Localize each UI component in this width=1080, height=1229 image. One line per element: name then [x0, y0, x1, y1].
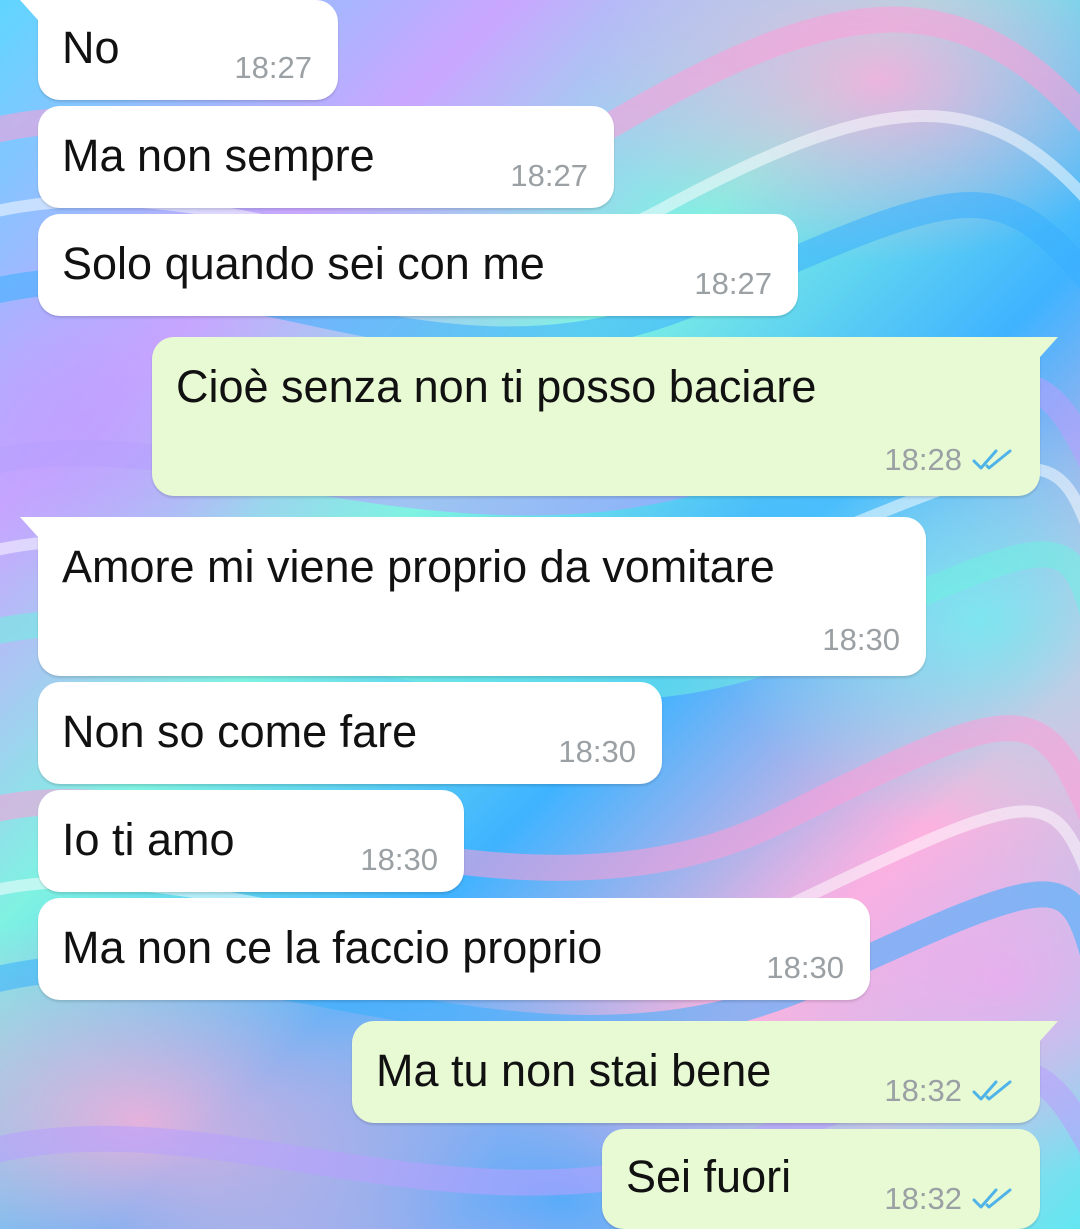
- message-time: 18:32: [884, 1073, 962, 1108]
- message-meta: 18:27: [694, 266, 772, 302]
- bubble-tail: [1040, 337, 1058, 357]
- message-time: 18:30: [360, 842, 438, 877]
- message-meta: 18:28: [884, 442, 1014, 478]
- bubble-tail: [20, 517, 38, 537]
- message-meta: 18:30: [558, 734, 636, 770]
- message-time: 18:27: [234, 50, 312, 85]
- message-meta: 18:30: [822, 622, 900, 658]
- message-bubble-received[interactable]: Io ti amo 18:30: [38, 790, 464, 892]
- message-text: Ma non ce la faccio proprio: [62, 922, 603, 973]
- message-bubble-received[interactable]: No 18:27: [20, 0, 338, 100]
- message-text: Amore mi viene proprio da vomitare: [62, 541, 775, 592]
- message-bubble-sent[interactable]: Ma tu non stai bene 18:32: [352, 1021, 1058, 1123]
- bubble-tail: [20, 0, 38, 20]
- message-text: No: [62, 22, 120, 73]
- message-meta: 18:30: [766, 950, 844, 986]
- message-meta: 18:27: [510, 158, 588, 194]
- message-time: 18:27: [510, 158, 588, 193]
- message-text: Ma non sempre: [62, 130, 375, 181]
- message-text: Sei fuori: [626, 1151, 792, 1202]
- message-time: 18:28: [884, 442, 962, 477]
- message-bubble-received[interactable]: Amore mi viene proprio da vomitare 18:30: [20, 517, 926, 676]
- message-meta: 18:30: [360, 842, 438, 878]
- message-meta: 18:27: [234, 50, 312, 86]
- message-bubble-sent[interactable]: Cioè senza non ti posso baciare 18:28: [152, 337, 1058, 496]
- double-check-icon: [972, 449, 1012, 470]
- message-bubble-received[interactable]: Solo quando sei con me 18:27: [38, 214, 798, 316]
- double-check-icon: [972, 1188, 1012, 1209]
- message-time: 18:27: [694, 266, 772, 301]
- message-meta: 18:32: [884, 1181, 1014, 1217]
- message-meta: 18:32: [884, 1073, 1014, 1109]
- message-bubble-received[interactable]: Ma non ce la faccio proprio 18:30: [38, 898, 870, 1000]
- message-text: Solo quando sei con me: [62, 238, 545, 289]
- message-bubble-received[interactable]: Non so come fare 18:30: [38, 682, 662, 784]
- message-time: 18:30: [558, 734, 636, 769]
- bubble-tail: [1040, 1021, 1058, 1041]
- message-time: 18:32: [884, 1181, 962, 1216]
- message-bubble-received[interactable]: Ma non sempre 18:27: [38, 106, 614, 208]
- message-text: Io ti amo: [62, 814, 235, 865]
- message-bubble-sent[interactable]: Sei fuori 18:32: [602, 1129, 1040, 1229]
- double-check-icon: [972, 1080, 1012, 1101]
- message-text: Ma tu non stai bene: [376, 1045, 772, 1096]
- message-time: 18:30: [766, 950, 844, 985]
- message-time: 18:30: [822, 622, 900, 657]
- message-text: Non so come fare: [62, 706, 418, 757]
- message-text: Cioè senza non ti posso baciare: [176, 361, 817, 412]
